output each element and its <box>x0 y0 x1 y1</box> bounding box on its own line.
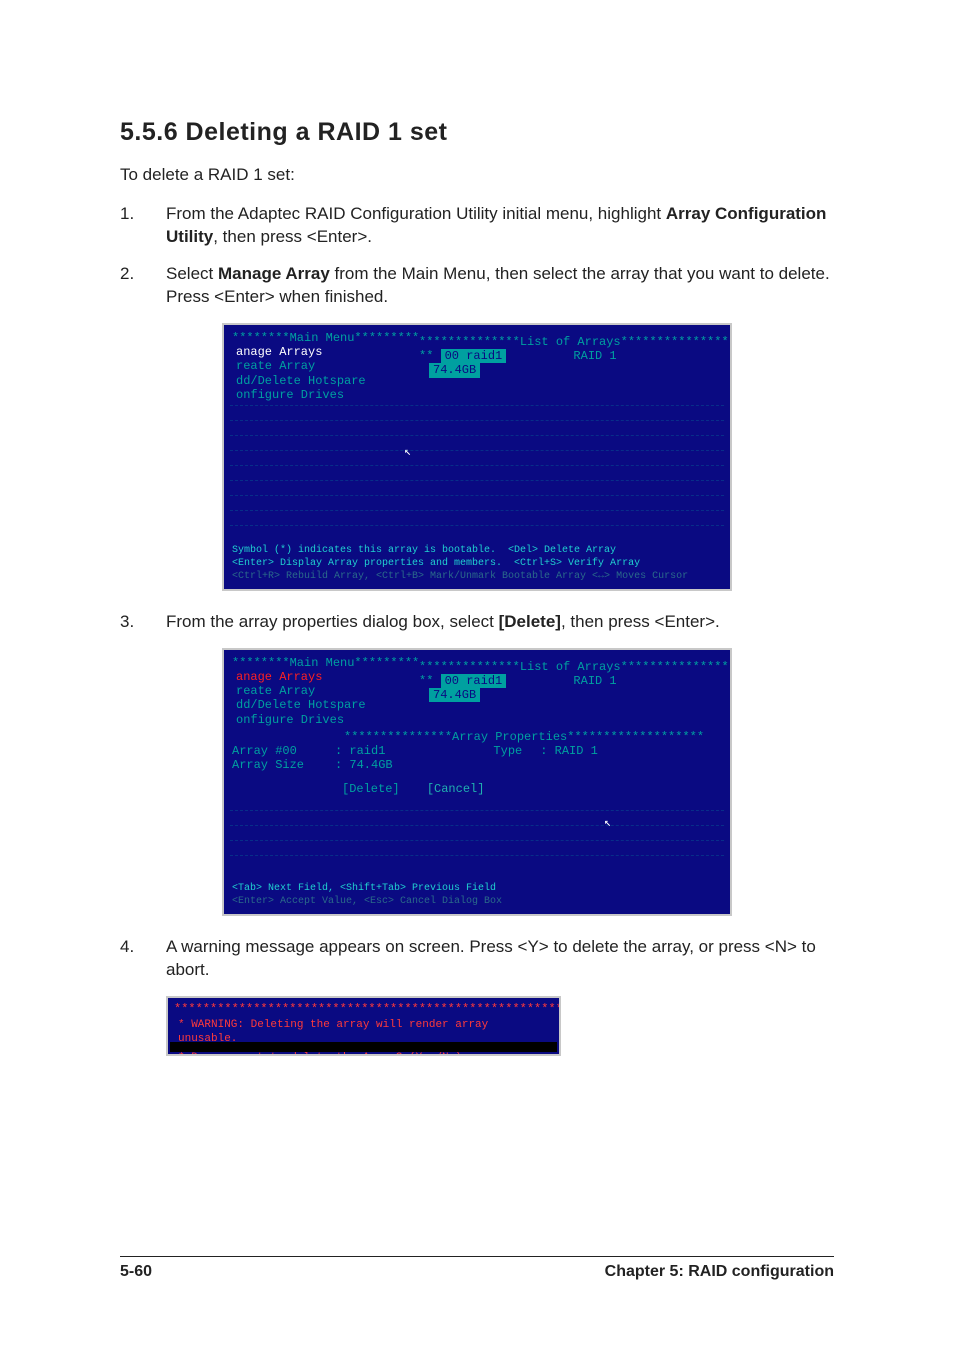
menu-item-manage-arrays[interactable]: anage Arrays <box>232 670 402 684</box>
menu-item-configure-drives[interactable]: onfigure Drives <box>232 388 402 402</box>
step-1: 1. From the Adaptec RAID Configuration U… <box>120 203 834 249</box>
step-4: 4. A warning message appears on screen. … <box>120 936 834 982</box>
step-3: 3. From the array properties dialog box,… <box>120 611 834 634</box>
help-line: <Ctrl+R> Rebuild Array, <Ctrl+B> Mark/Un… <box>232 570 722 583</box>
mouse-cursor-icon: ↖ <box>404 445 411 459</box>
array-size: 74.4GB <box>429 363 480 377</box>
array-id: 00 raid1 <box>441 674 507 688</box>
help-line: <Tab> Next Field, <Shift+Tab> Previous F… <box>232 882 722 895</box>
page-number: 5-60 <box>120 1263 152 1281</box>
step-number: 1. <box>120 203 166 249</box>
help-line: <Enter> Display Array properties and mem… <box>232 557 722 570</box>
step-text-pre: Select <box>166 264 218 283</box>
intro-text: To delete a RAID 1 set: <box>120 165 834 185</box>
array-properties-title: ***************Array Properties*********… <box>344 730 704 744</box>
bios-screenshot-2: ********Main Menu********* anage Arrays … <box>222 648 732 916</box>
array-id: 00 raid1 <box>441 349 507 363</box>
array-properties-box: Array #00 : raid1 Type : RAID 1 Array Si… <box>232 744 652 797</box>
step-number: 3. <box>120 611 166 634</box>
warning-border-top: ****************************************… <box>174 1002 553 1016</box>
step-body: Select Manage Array from the Main Menu, … <box>166 263 834 309</box>
keyboard-help: Symbol (*) indicates this array is boota… <box>232 544 722 583</box>
array-raid-type: RAID 1 <box>573 674 616 688</box>
step-text-post: , then press <Enter>. <box>561 612 720 631</box>
step-number: 4. <box>120 936 166 982</box>
array-marker: ** <box>419 349 433 363</box>
step-body: A warning message appears on screen. Pre… <box>166 936 834 982</box>
menu-item-create-array[interactable]: reate Array <box>232 684 402 698</box>
warning-screenshot: ****************************************… <box>166 996 561 1056</box>
delete-button[interactable]: [Delete] <box>342 782 400 796</box>
prop-value-array-size: : 74.4GB <box>335 758 393 772</box>
page-footer: 5-60 Chapter 5: RAID configuration <box>120 1256 834 1281</box>
help-line: Symbol (*) indicates this array is boota… <box>232 544 722 557</box>
main-menu-box: anage Arrays reate Array dd/Delete Hotsp… <box>232 670 402 728</box>
step-text-post: , then press <Enter>. <box>213 227 372 246</box>
array-list-row[interactable]: ** 00 raid1 RAID 1 74.4GB <box>419 349 670 378</box>
cancel-button[interactable]: [Cancel] <box>427 782 485 796</box>
step-text-pre: From the Adaptec RAID Configuration Util… <box>166 204 666 223</box>
step-body: From the Adaptec RAID Configuration Util… <box>166 203 834 249</box>
array-raid-type: RAID 1 <box>573 349 616 363</box>
menu-item-configure-drives[interactable]: onfigure Drives <box>232 713 402 727</box>
step-text: A warning message appears on screen. Pre… <box>166 937 816 979</box>
array-marker: ** <box>419 674 433 688</box>
menu-item-add-delete-hotspare[interactable]: dd/Delete Hotspare <box>232 698 402 712</box>
chapter-title: Chapter 5: RAID configuration <box>605 1263 834 1281</box>
black-strip <box>170 1042 557 1052</box>
main-menu-title: ********Main Menu********* <box>232 656 419 670</box>
menu-item-manage-arrays[interactable]: anage Arrays <box>232 345 402 359</box>
step-body: From the array properties dialog box, se… <box>166 611 834 634</box>
step-text-bold: [Delete] <box>499 612 561 631</box>
prop-label-type: Type <box>493 744 522 758</box>
main-menu-box: anage Arrays reate Array dd/Delete Hotsp… <box>232 345 402 403</box>
prop-label-array-num: Array #00 <box>232 744 327 758</box>
prop-label-array-size: Array Size <box>232 758 327 772</box>
list-of-arrays-title: **************List of Arrays************… <box>419 660 729 674</box>
array-list-row[interactable]: ** 00 raid1 RAID 1 74.4GB <box>419 674 670 703</box>
prop-value-type: : RAID 1 <box>540 744 598 758</box>
bios-screenshot-1: ********Main Menu********* anage Arrays … <box>222 323 732 591</box>
mouse-cursor-icon: ↖ <box>604 816 611 830</box>
step-text-pre: From the array properties dialog box, se… <box>166 612 499 631</box>
menu-item-add-delete-hotspare[interactable]: dd/Delete Hotspare <box>232 374 402 388</box>
prop-value-array-num: : raid1 <box>335 744 385 758</box>
main-menu-title: ********Main Menu********* <box>232 331 419 345</box>
list-of-arrays-title: **************List of Arrays************… <box>419 335 729 349</box>
keyboard-help: <Tab> Next Field, <Shift+Tab> Previous F… <box>232 882 722 908</box>
section-heading: 5.5.6 Deleting a RAID 1 set <box>120 118 834 147</box>
step-number: 2. <box>120 263 166 309</box>
step-text-bold: Manage Array <box>218 264 330 283</box>
help-line: <Enter> Accept Value, <Esc> Cancel Dialo… <box>232 895 722 908</box>
array-size: 74.4GB <box>429 688 480 702</box>
menu-item-create-array[interactable]: reate Array <box>232 359 402 373</box>
step-2: 2. Select Manage Array from the Main Men… <box>120 263 834 309</box>
